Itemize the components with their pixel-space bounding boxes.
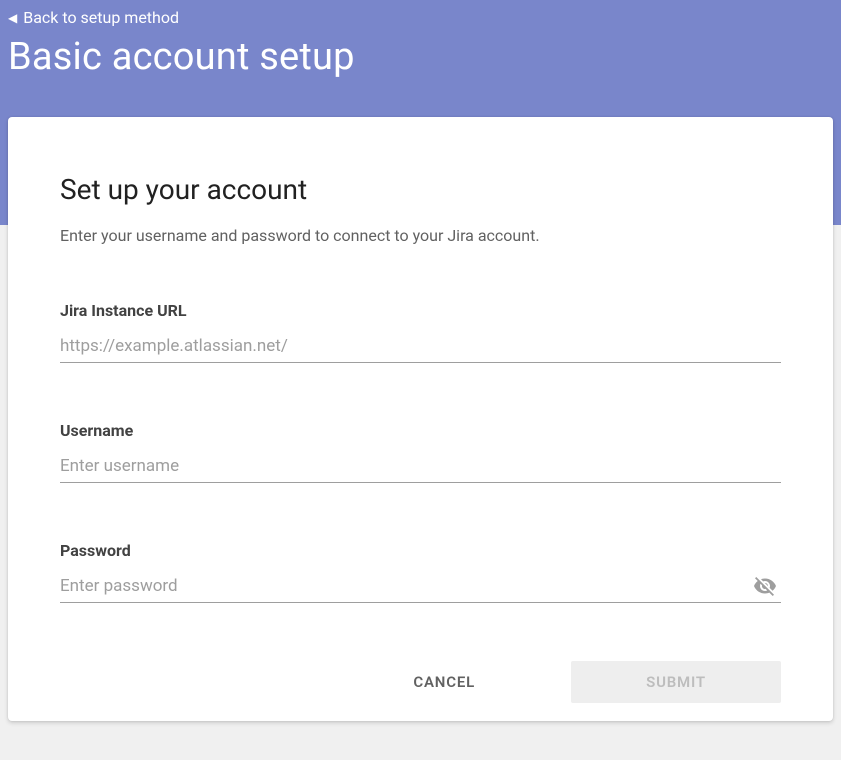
page-title: Basic account setup — [8, 35, 833, 79]
jira-url-input[interactable] — [60, 332, 781, 363]
back-link[interactable]: ◀ Back to setup method — [8, 6, 179, 29]
username-input[interactable] — [60, 452, 781, 483]
username-field: Username — [60, 421, 781, 483]
password-input[interactable] — [60, 572, 781, 603]
username-label: Username — [60, 421, 781, 440]
chevron-left-icon: ◀ — [8, 12, 17, 24]
cancel-button[interactable]: CANCEL — [405, 663, 483, 701]
password-field: Password — [60, 541, 781, 603]
action-row: CANCEL SUBMIT — [60, 661, 781, 703]
jira-url-field: Jira Instance URL — [60, 301, 781, 363]
jira-url-label: Jira Instance URL — [60, 301, 781, 320]
setup-card: Set up your account Enter your username … — [8, 117, 833, 721]
password-label: Password — [60, 541, 781, 560]
visibility-off-icon[interactable] — [753, 574, 777, 602]
card-subtitle: Enter your username and password to conn… — [60, 226, 781, 245]
card-title: Set up your account — [60, 173, 781, 206]
back-link-label: Back to setup method — [23, 8, 179, 27]
submit-button[interactable]: SUBMIT — [571, 661, 781, 703]
